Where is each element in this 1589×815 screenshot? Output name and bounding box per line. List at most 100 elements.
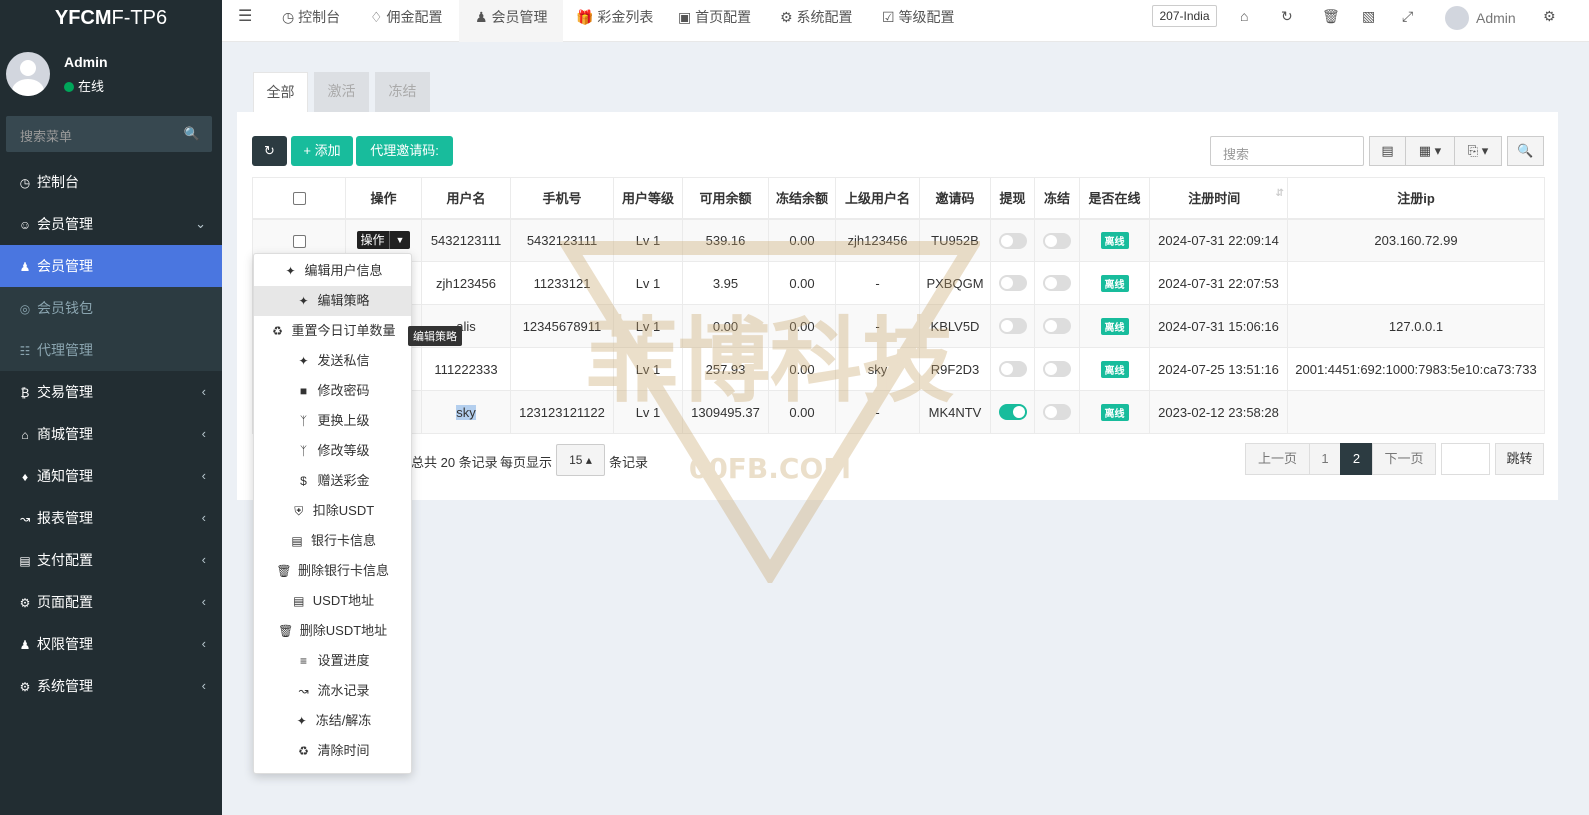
col-online[interactable]: 是否在线	[1079, 177, 1150, 220]
menu-item-edit-user[interactable]: ✦ 编辑用户信息	[254, 256, 411, 286]
freeze-toggle[interactable]	[1034, 304, 1080, 348]
menu-item-reset-orders[interactable]: ♻ 重置今日订单数量	[254, 316, 411, 346]
withdraw-toggle[interactable]	[990, 304, 1035, 348]
col-withdraw[interactable]: 提现	[990, 177, 1035, 220]
cell-username: 111222333	[421, 347, 511, 391]
tab-bonus[interactable]: 🎁 彩金列表	[576, 0, 653, 42]
menu-item-change-password[interactable]: ■ 修改密码	[254, 376, 411, 406]
caret-down-icon: ▼	[388, 231, 411, 250]
invite-code-button[interactable]: 代理邀请码:	[356, 136, 453, 166]
menu-item-usdt-address[interactable]: ▤ USDT地址	[254, 586, 411, 616]
freeze-toggle[interactable]	[1034, 390, 1080, 434]
sidebar-item-notice[interactable]: ♦ 通知管理 ‹	[0, 455, 222, 497]
sidebar-item-auth[interactable]: ♟ 权限管理 ‹	[0, 623, 222, 665]
sidebar-item-member-group[interactable]: ☺ 会员管理 ⌄	[0, 203, 222, 245]
next-page-button[interactable]: 下一页	[1372, 443, 1436, 475]
menu-item-change-parent[interactable]: ᛉ 更换上级	[254, 406, 411, 436]
settings-gears-icon[interactable]: ⚙	[1543, 8, 1556, 25]
select-all-checkbox[interactable]	[252, 177, 346, 220]
withdraw-toggle[interactable]	[990, 390, 1035, 434]
sidebar-item-shop[interactable]: ⌂ 商城管理 ‹	[0, 413, 222, 455]
freeze-toggle[interactable]	[1034, 218, 1080, 262]
col-level[interactable]: 用户等级	[613, 177, 683, 220]
per-page-select[interactable]: 15 ▴	[556, 444, 605, 476]
menu-item-edit-strategy[interactable]: ✦ 编辑策略	[254, 286, 411, 316]
tab-frozen[interactable]: 冻结	[375, 72, 430, 112]
tab-all[interactable]: 全部	[253, 72, 308, 112]
jump-page-input[interactable]	[1441, 443, 1490, 475]
jump-button[interactable]: 跳转	[1495, 443, 1544, 475]
tab-home-config[interactable]: ▣ 首页配置	[678, 0, 751, 42]
menu-item-send-message[interactable]: ✦ 发送私信	[254, 346, 411, 376]
advanced-search-icon[interactable]: 🔍	[1507, 136, 1544, 166]
freeze-toggle[interactable]	[1034, 347, 1080, 391]
table-search-input[interactable]: 搜索	[1210, 136, 1364, 166]
sort-icon: ⇵	[1275, 188, 1284, 200]
translate-icon[interactable]: ▧	[1362, 8, 1375, 25]
sidebar-item-wallet[interactable]: ◎ 会员钱包	[0, 287, 222, 329]
page-2-button[interactable]: 2	[1340, 443, 1373, 475]
fullscreen-icon[interactable]: ⤢	[1402, 8, 1413, 25]
col-invite[interactable]: 邀请码	[919, 177, 991, 220]
home-icon[interactable]: ⌂	[1240, 8, 1248, 24]
sidebar-item-report[interactable]: ↝ 报表管理 ‹	[0, 497, 222, 539]
menu-item-clear-time[interactable]: ♻ 清除时间	[254, 736, 411, 766]
sidebar-item-trade[interactable]: ₿ 交易管理 ‹	[0, 371, 222, 413]
menu-item-give-bonus[interactable]: $ 赠送彩金	[254, 466, 411, 496]
tab-level-config[interactable]: ☑ 等级配置	[882, 0, 954, 42]
app-logo[interactable]: YFCMF-TP6	[0, 0, 222, 40]
refresh-button[interactable]: ↻	[252, 136, 287, 166]
menu-item-delete-usdt-address[interactable]: 🗑 删除USDT地址	[254, 616, 411, 646]
col-username[interactable]: 用户名	[421, 177, 511, 220]
freeze-toggle[interactable]	[1034, 261, 1080, 305]
table-row: 111222333 Lv 1 257.93 0.00 sky R9F2D3 离线…	[252, 347, 1545, 391]
menu-item-delete-bank-card[interactable]: 🗑 删除银行卡信息	[254, 556, 411, 586]
menu-item-deduct-usdt[interactable]: ⛨ 扣除USDT	[254, 496, 411, 526]
columns-grid-icon[interactable]: ▦ ▾	[1405, 136, 1455, 166]
col-balance[interactable]: 可用余额	[682, 177, 769, 220]
withdraw-toggle[interactable]	[990, 261, 1035, 305]
export-icon[interactable]: ⎘ ▾	[1454, 136, 1502, 166]
admin-name[interactable]: Admin	[1476, 10, 1516, 26]
user-circle-icon: ☺	[18, 218, 32, 232]
col-frozen[interactable]: 冻结余额	[768, 177, 836, 220]
menu-item-set-progress[interactable]: ≡ 设置进度	[254, 646, 411, 676]
sidebar-item-agent[interactable]: ☷ 代理管理	[0, 329, 222, 371]
menu-item-freeze-unfreeze[interactable]: ✦ 冻结/解冻	[254, 706, 411, 736]
list-view-icon[interactable]: ▤	[1369, 136, 1406, 166]
col-parent[interactable]: 上级用户名	[835, 177, 920, 220]
col-regtime[interactable]: 注册时间 ⇵	[1149, 177, 1288, 220]
add-button[interactable]: + 添加	[291, 136, 353, 166]
refresh-icon[interactable]: ↻	[1281, 8, 1293, 25]
tab-commission[interactable]: ♢ 佣金配置	[370, 0, 442, 42]
gear-icon: ⚙	[19, 596, 31, 610]
sidebar-item-payment[interactable]: ▤ 支付配置 ‹	[0, 539, 222, 581]
per-page-prefix: 每页显示	[500, 455, 553, 470]
menu-toggle-icon[interactable]: ☰	[238, 0, 252, 42]
menu-item-flow-records[interactable]: ↝ 流水记录	[254, 676, 411, 706]
admin-avatar[interactable]	[1445, 6, 1469, 30]
withdraw-toggle[interactable]	[990, 218, 1035, 262]
sidebar-item-member[interactable]: ♟ 会员管理	[0, 245, 222, 287]
col-regip[interactable]: 注册ip	[1287, 177, 1545, 220]
withdraw-toggle[interactable]	[990, 347, 1035, 391]
cell-balance: 257.93	[682, 347, 769, 391]
chevron-left-icon: ‹	[201, 426, 206, 441]
sidebar-item-page[interactable]: ⚙ 页面配置 ‹	[0, 581, 222, 623]
magic-icon: ✦	[285, 264, 296, 278]
tab-dashboard[interactable]: ◷ 控制台	[282, 0, 340, 42]
tab-active[interactable]: 激活	[314, 72, 369, 112]
prev-page-button[interactable]: 上一页	[1245, 443, 1310, 475]
language-select[interactable]: 207-India	[1152, 5, 1217, 27]
col-phone[interactable]: 手机号	[510, 177, 614, 220]
tab-system-config[interactable]: ⚙ 系统配置	[780, 0, 852, 42]
trash-icon[interactable]: 🗑	[1322, 8, 1340, 25]
page-1-button[interactable]: 1	[1309, 443, 1341, 475]
menu-item-bank-card[interactable]: ▤ 银行卡信息	[254, 526, 411, 556]
sidebar-item-dashboard[interactable]: ◷ 控制台	[0, 161, 222, 203]
sidebar-search-input[interactable]: 搜索菜单 🔍	[6, 116, 212, 152]
col-freeze[interactable]: 冻结	[1034, 177, 1080, 220]
sidebar-item-system[interactable]: ⚙ 系统管理 ‹	[0, 665, 222, 707]
tab-member[interactable]: ♟ 会员管理	[459, 0, 564, 42]
menu-item-change-level[interactable]: ᛉ 修改等级	[254, 436, 411, 466]
